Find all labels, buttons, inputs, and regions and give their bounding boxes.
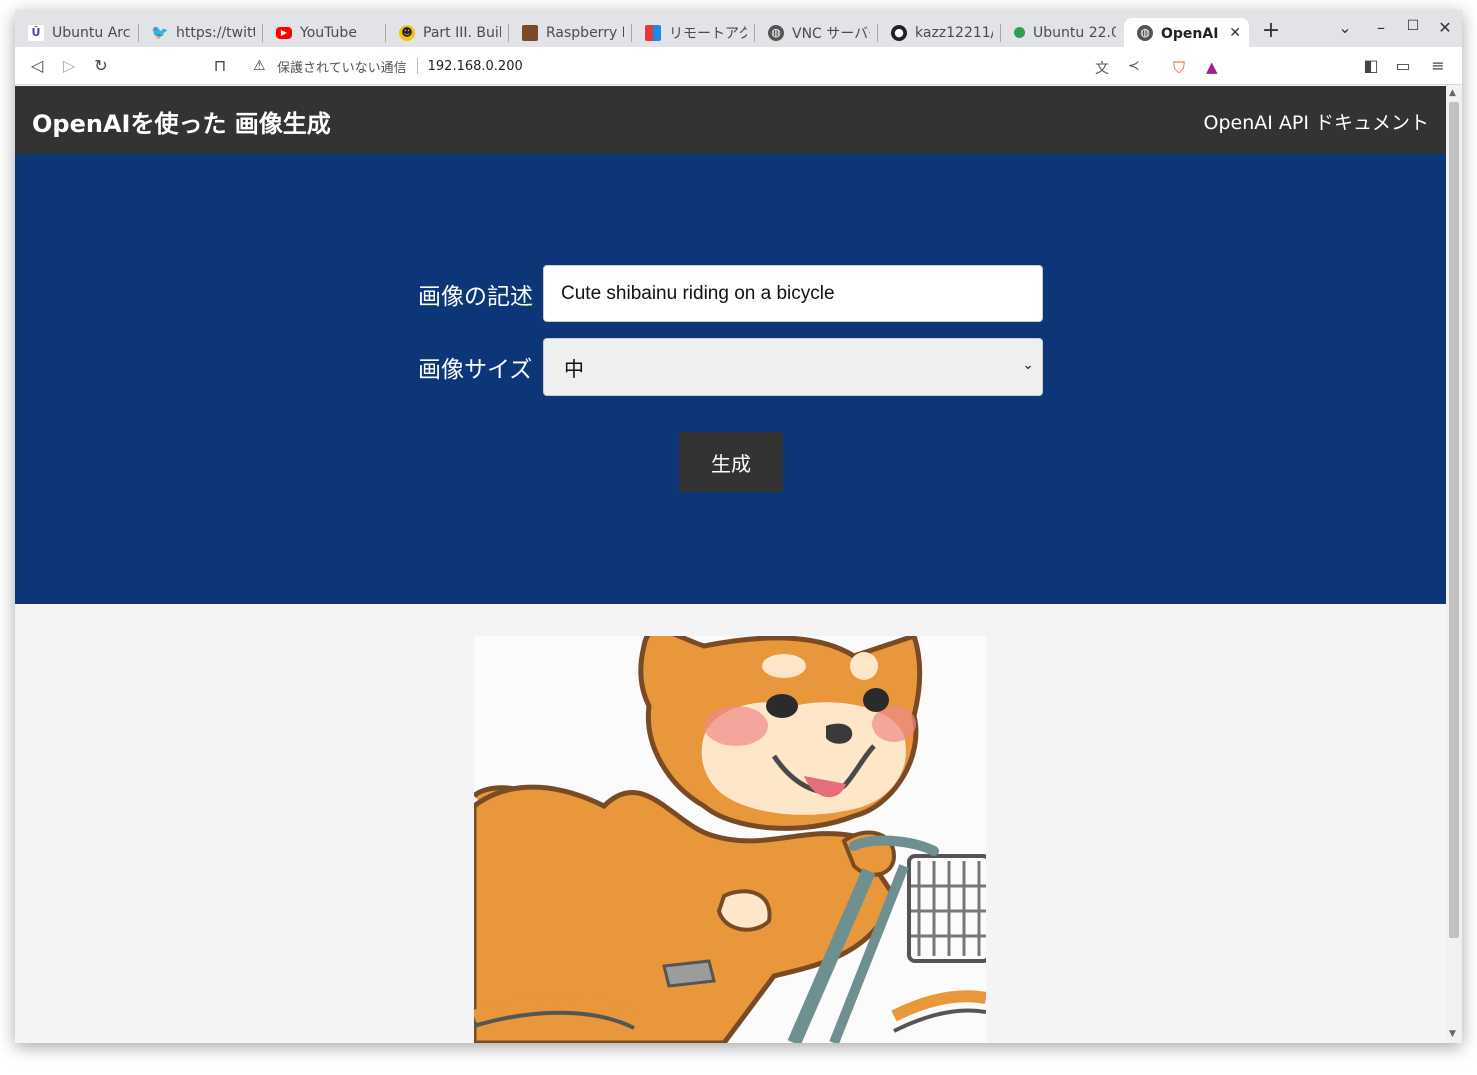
site-brand[interactable]: OpenAIを使った 画像生成 <box>32 104 331 139</box>
green-site-icon <box>1014 27 1025 38</box>
tab-label: YouTube <box>300 24 357 41</box>
twitter-icon: 🐦 <box>151 24 169 41</box>
size-label: 画像サイズ <box>418 357 533 383</box>
forward-icon[interactable]: ▷ <box>59 56 79 76</box>
tab-remote-access[interactable]: リモートアク <box>632 18 755 47</box>
browser-toolbar: ◁ ▷ ↻ ⊓ ⚠ 保護されていない通信 192.168.0.200 文 ≺ ⛉… <box>15 47 1462 85</box>
site-navbar: OpenAIを使った 画像生成 OpenAI API ドキュメント <box>15 86 1446 154</box>
address-bar[interactable]: ⚠ 保護されていない通信 192.168.0.200 文 ≺ ⛉ ▲ <box>243 51 1232 81</box>
new-tab-button[interactable]: + <box>1259 19 1283 43</box>
brave-rewards-icon[interactable]: ▲ <box>1206 58 1218 76</box>
tab-strip: Ŭ Ubuntu Arch 🐦 https://twitt ▶ YouTube … <box>15 10 1462 47</box>
tab-raspberry[interactable]: Raspberry Pi <box>509 18 632 47</box>
url-text[interactable]: 192.168.0.200 <box>428 59 523 74</box>
maximize-icon[interactable]: ☐ <box>1399 18 1427 34</box>
globe-icon: ◍ <box>1137 24 1153 41</box>
browser-window: Ŭ Ubuntu Arch 🐦 https://twitt ▶ YouTube … <box>15 10 1462 1043</box>
share-icon[interactable]: ≺ <box>1128 58 1140 74</box>
generated-image <box>474 636 986 1043</box>
github-icon: ● <box>891 24 907 41</box>
tab-ubuntu-arch[interactable]: Ŭ Ubuntu Arch <box>15 18 139 47</box>
linux-penguin-icon: ☻ <box>399 24 415 41</box>
brave-shield-icon[interactable]: ⛉ <box>1173 58 1185 78</box>
youtube-icon: ▶ <box>276 26 292 39</box>
ubuntu-arch-icon: Ŭ <box>28 24 44 41</box>
tab-label: Part III. Build <box>423 24 501 41</box>
tab-label: kazz12211/ir <box>915 24 993 41</box>
tab-github[interactable]: ● kazz12211/ir <box>878 18 1001 47</box>
back-icon[interactable]: ◁ <box>27 56 47 76</box>
warning-icon: ⚠ <box>253 58 266 74</box>
tab-label: VNC サーバー <box>792 25 870 42</box>
description-label: 画像の記述 <box>418 283 533 310</box>
tab-ubuntu-22[interactable]: Ubuntu 22.0 <box>1001 18 1124 47</box>
tab-openai-active[interactable]: ◍ OpenAI 画 ✕ <box>1124 18 1249 47</box>
tab-label: リモートアク <box>669 25 747 42</box>
tab-label: Ubuntu 22.0 <box>1033 24 1116 41</box>
tab-label: Ubuntu Arch <box>52 24 131 41</box>
security-status-text[interactable]: 保護されていない通信 <box>277 57 407 76</box>
page-content: OpenAIを使った 画像生成 OpenAI API ドキュメント 画像の記述 … <box>15 86 1446 1043</box>
tab-twitter[interactable]: 🐦 https://twitt <box>139 18 263 47</box>
translate-icon[interactable]: 文 <box>1095 58 1109 78</box>
tab-label: https://twitt <box>176 24 255 41</box>
scroll-up-icon[interactable]: ▲ <box>1449 88 1456 98</box>
tab-search-chevron-icon[interactable]: ⌄ <box>1331 18 1359 37</box>
close-tab-icon[interactable]: ✕ <box>1229 25 1241 41</box>
remote-access-icon <box>645 24 661 41</box>
tab-label: OpenAI 画 <box>1161 25 1223 42</box>
close-window-icon[interactable]: ✕ <box>1431 18 1459 37</box>
size-row: 画像サイズ 中 ⌄ <box>418 338 1043 396</box>
description-input[interactable]: Cute shibainu riding on a bicycle <box>543 265 1043 322</box>
wallet-icon[interactable]: ▭ <box>1393 56 1413 76</box>
tab-youtube[interactable]: ▶ YouTube <box>263 18 386 47</box>
form-section: 画像の記述 Cute shibainu riding on a bicycle … <box>15 154 1446 604</box>
tab-label: Raspberry Pi <box>546 24 624 41</box>
tab-vnc[interactable]: ◍ VNC サーバー <box>755 18 878 47</box>
scroll-down-icon[interactable]: ▼ <box>1449 1029 1456 1039</box>
minimize-icon[interactable]: – <box>1367 18 1395 37</box>
reload-icon[interactable]: ↻ <box>91 56 111 76</box>
size-selected-value: 中 <box>564 356 584 381</box>
scroll-thumb[interactable] <box>1449 102 1459 938</box>
chevron-down-icon: ⌄ <box>1022 357 1034 373</box>
bookmark-icon[interactable]: ⊓ <box>210 56 230 76</box>
size-select[interactable]: 中 ⌄ <box>543 338 1043 396</box>
description-row: 画像の記述 Cute shibainu riding on a bicycle <box>418 265 1043 322</box>
sidebar-icon[interactable]: ◧ <box>1361 56 1381 76</box>
generate-button[interactable]: 生成 <box>679 432 783 492</box>
menu-icon[interactable]: ≡ <box>1428 56 1448 76</box>
page-scrollbar[interactable]: ▲ ▼ <box>1446 86 1462 1043</box>
api-docs-link[interactable]: OpenAI API ドキュメント <box>1204 108 1430 135</box>
tab-part-iii[interactable]: ☻ Part III. Build <box>386 18 509 47</box>
raspberry-image-icon <box>522 24 538 41</box>
globe-icon: ◍ <box>768 24 784 41</box>
